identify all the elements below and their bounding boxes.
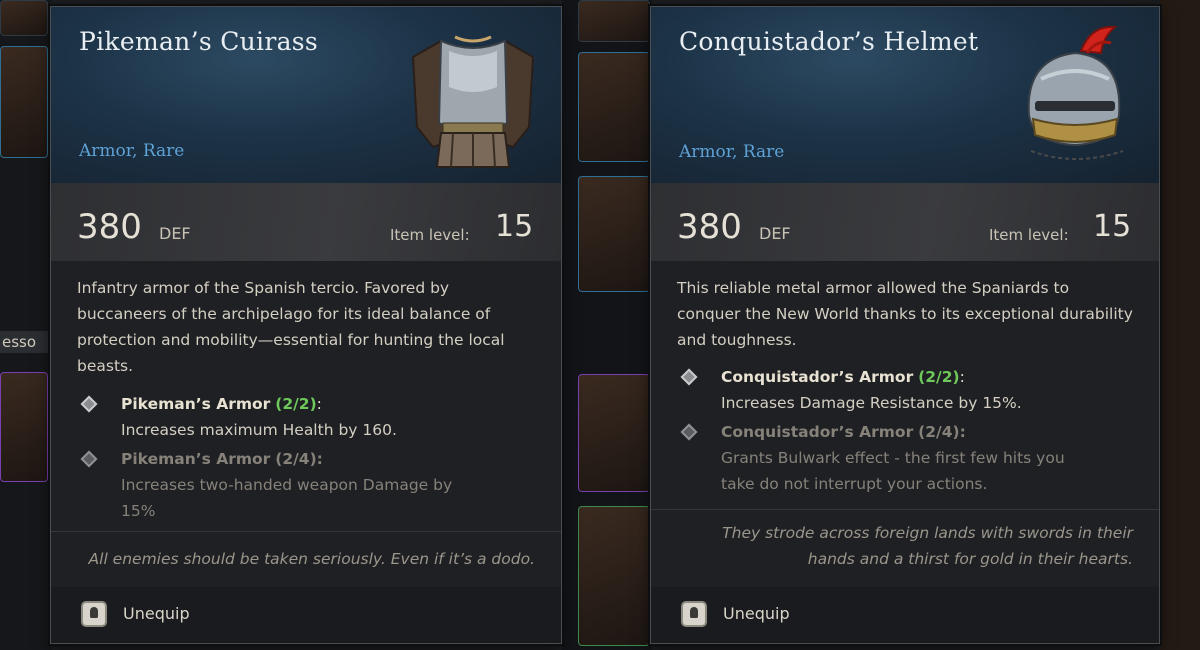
- item-level-label: Item level:: [989, 226, 1069, 244]
- cuirass-icon: [411, 35, 535, 168]
- item-title: Conquistador’s Helmet: [679, 27, 979, 56]
- item-description: Infantry armor of the Spanish tercio. Fa…: [77, 279, 505, 375]
- inventory-column-middle: [562, 0, 652, 650]
- set-count: (2/4): [918, 423, 960, 441]
- item-tooltip-helmet: Conquistador’s Helmet Armor, Rare 380 DE…: [650, 6, 1160, 644]
- inventory-column-left: esso: [0, 0, 52, 650]
- stat-band: 380 DEF Item level: 15: [651, 183, 1159, 261]
- item-level-value: 15: [495, 209, 534, 244]
- inventory-slot[interactable]: [0, 0, 48, 36]
- mouse-key-icon: [681, 601, 707, 627]
- set-bonus-active: Conquistador’s Armor (2/2): Increases Da…: [677, 364, 1133, 416]
- item-tooltip-cuirass: Pikeman’s Cuirass Armor, Rare 380 DEF It…: [50, 6, 562, 644]
- set-name: Pikeman’s Armor: [121, 450, 271, 468]
- set-bonus-icon: [680, 423, 698, 441]
- flavor-text: They strode across foreign lands with sw…: [722, 524, 1133, 568]
- inventory-slot[interactable]: [578, 506, 650, 646]
- defense-value: 380: [677, 207, 742, 247]
- set-count: (2/2): [275, 395, 317, 413]
- inventory-slot[interactable]: [578, 52, 650, 162]
- defense-unit: DEF: [759, 224, 791, 243]
- set-count: (2/2): [918, 368, 960, 386]
- defense-value: 380: [77, 207, 142, 247]
- item-level-label: Item level:: [390, 226, 470, 244]
- item-level-value: 15: [1093, 209, 1132, 244]
- item-description: This reliable metal armor allowed the Sp…: [677, 279, 1133, 349]
- inventory-column-right: [1160, 0, 1200, 650]
- item-rarity: Armor, Rare: [679, 142, 785, 162]
- item-title: Pikeman’s Cuirass: [79, 27, 319, 56]
- set-bonus-icon: [80, 395, 98, 413]
- helmet-icon: [1027, 25, 1124, 160]
- unequip-button[interactable]: Unequip: [123, 604, 190, 623]
- set-name: Conquistador’s Armor: [721, 423, 914, 441]
- flavor-text: All enemies should be taken seriously. E…: [88, 550, 535, 568]
- set-bonus-inactive: Conquistador’s Armor (2/4): Grants Bulwa…: [677, 419, 1133, 497]
- set-count: (2/4): [275, 450, 317, 468]
- set-bonus-icon: [680, 368, 698, 386]
- set-effect: Increases Damage Resistance by 15%.: [721, 394, 1022, 412]
- set-name: Pikeman’s Armor: [121, 395, 271, 413]
- set-name: Conquistador’s Armor: [721, 368, 914, 386]
- inventory-slot[interactable]: [578, 374, 650, 492]
- divider: [651, 509, 1159, 510]
- unequip-button[interactable]: Unequip: [723, 604, 790, 623]
- set-effect: Grants Bulwark effect - the first few hi…: [721, 449, 1065, 493]
- inventory-slot[interactable]: [578, 176, 650, 292]
- item-rarity: Armor, Rare: [79, 141, 185, 161]
- inventory-slot[interactable]: [0, 46, 48, 158]
- tooltip-footer: Unequip: [651, 587, 1159, 643]
- set-effect: Increases maximum Health by 160.: [121, 421, 397, 439]
- set-bonus-active: Pikeman’s Armor (2/2): Increases maximum…: [77, 391, 535, 443]
- tooltip-header: Pikeman’s Cuirass Armor, Rare: [51, 7, 561, 183]
- inventory-slot[interactable]: [0, 372, 48, 482]
- inventory-slot[interactable]: [578, 0, 650, 42]
- set-effect: Increases two-handed weapon Damage by 15…: [121, 476, 453, 520]
- stat-band: 380 DEF Item level: 15: [51, 183, 561, 261]
- inventory-category-label: esso: [0, 331, 48, 353]
- set-bonus-icon: [80, 450, 98, 468]
- set-bonus-inactive: Pikeman’s Armor (2/4): Increases two-han…: [77, 446, 535, 524]
- mouse-key-icon: [81, 601, 107, 627]
- defense-unit: DEF: [159, 224, 191, 243]
- tooltip-header: Conquistador’s Helmet Armor, Rare: [651, 7, 1159, 183]
- tooltip-footer: Unequip: [51, 587, 561, 643]
- divider: [51, 531, 561, 532]
